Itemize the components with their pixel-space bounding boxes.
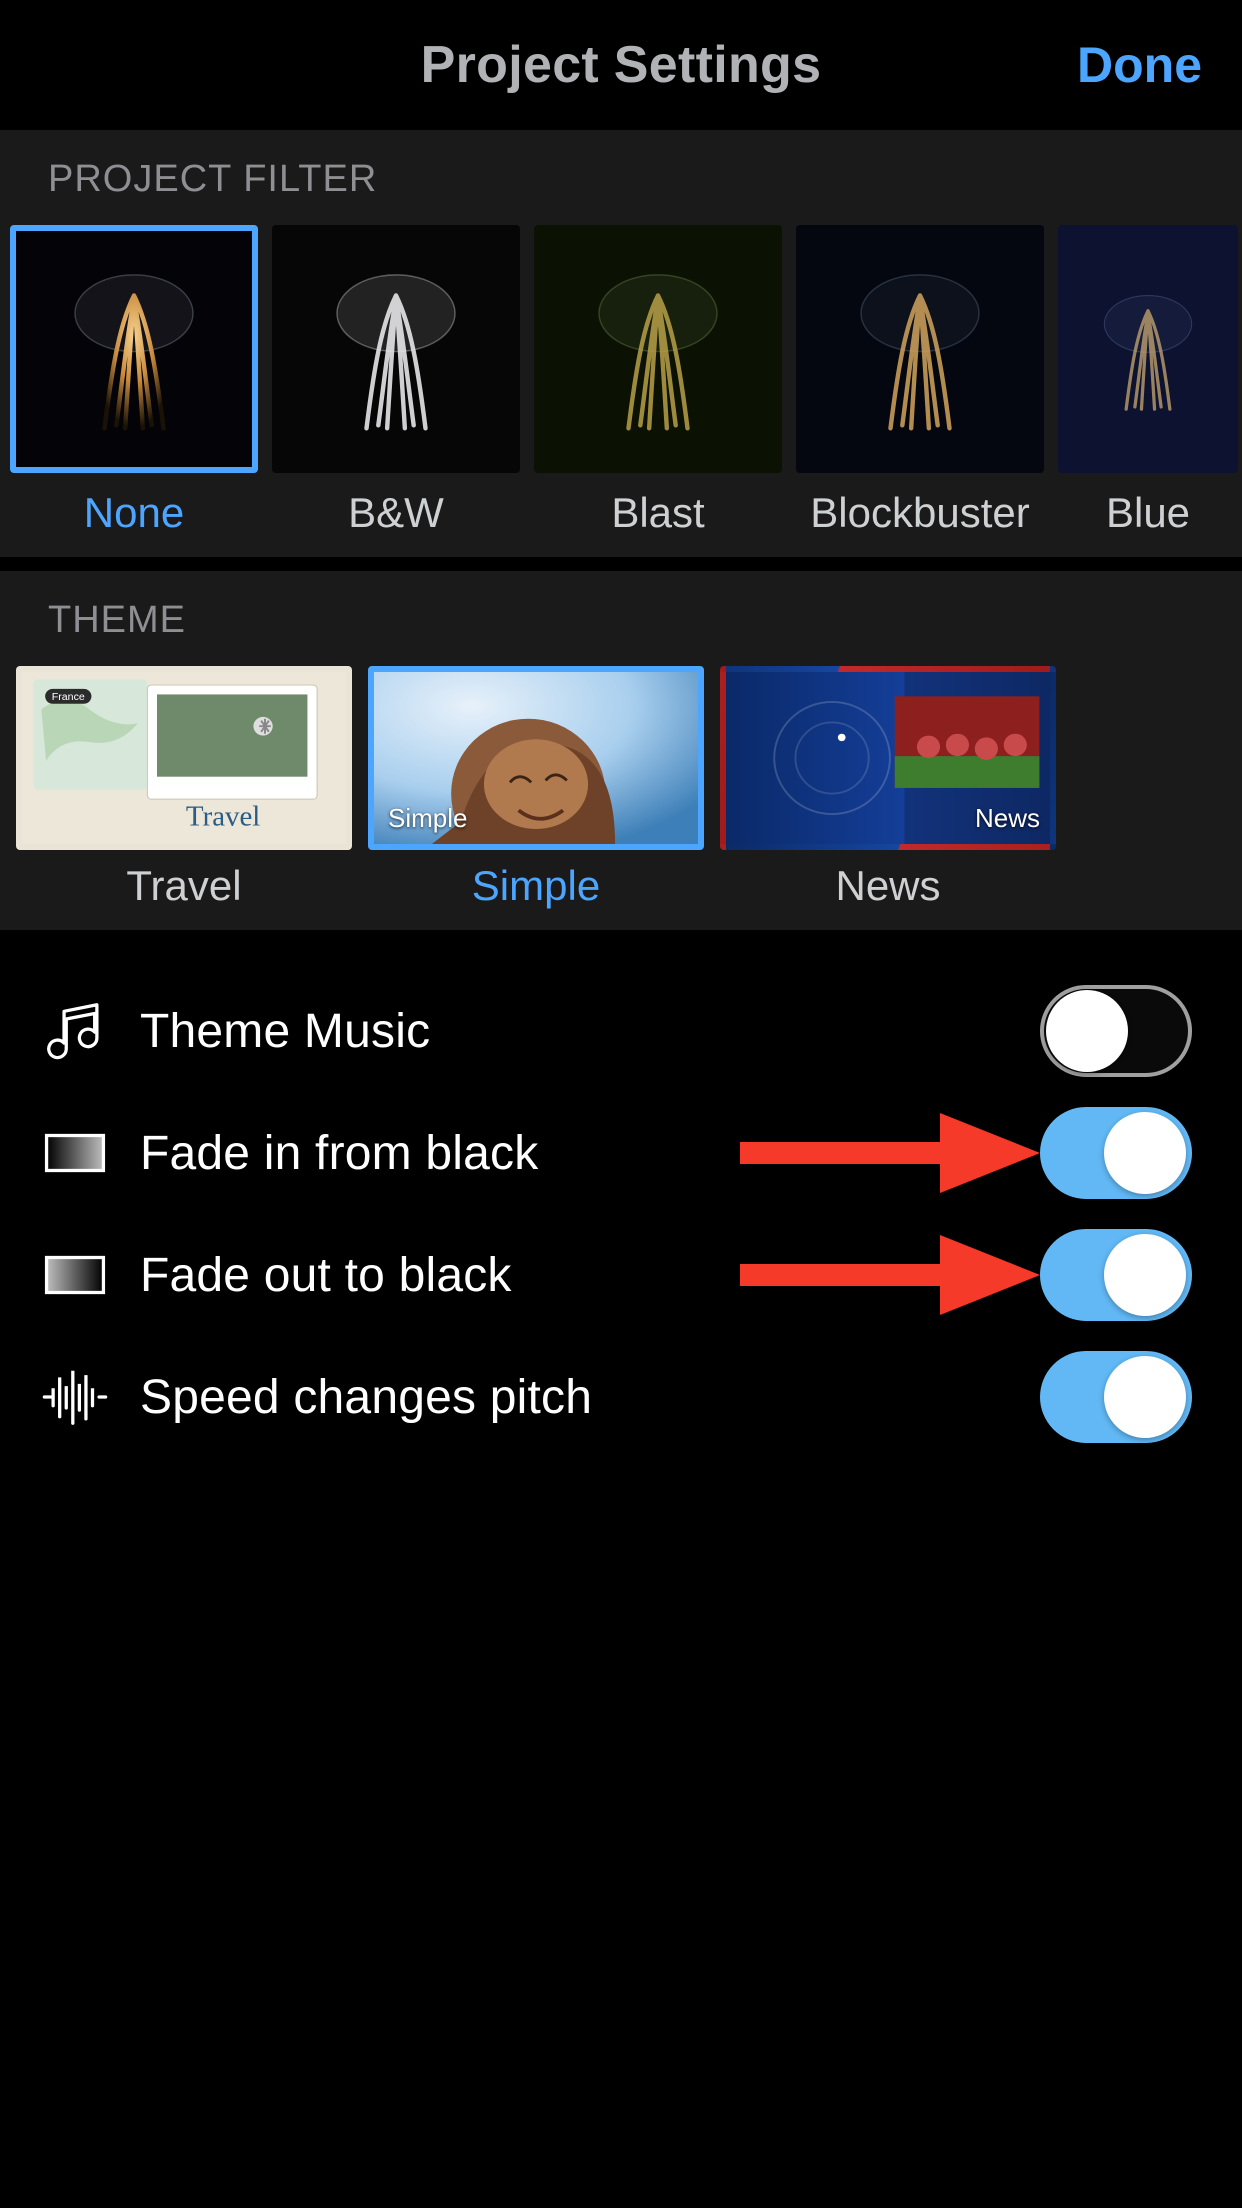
theme-strip[interactable]: Neon France Travel Tr <box>0 666 1242 930</box>
filter-blast-thumb <box>534 225 782 473</box>
filter-blue-thumb <box>1058 225 1238 473</box>
theme-section: THEME Neon France Tr <box>0 571 1242 930</box>
fade-in-toggle[interactable] <box>1040 1107 1192 1199</box>
theme-header-label: THEME <box>0 571 1242 666</box>
filter-blast-label: Blast <box>534 489 782 537</box>
filter-bw-thumb <box>272 225 520 473</box>
theme-travel-thumb: France Travel <box>16 666 352 850</box>
jellyfish-icon <box>843 266 996 443</box>
fade-out-label: Fade out to black <box>140 1248 512 1303</box>
theme-music-label: Theme Music <box>140 1004 430 1059</box>
project-filter-header-label: PROJECT FILTER <box>0 130 1242 225</box>
fade-out-icon <box>40 1240 110 1310</box>
filter-blue-label: Blue <box>1058 489 1238 537</box>
theme-simple-label: Simple <box>368 862 704 910</box>
speed-pitch-label: Speed changes pitch <box>140 1370 592 1425</box>
fade-in-label: Fade in from black <box>140 1126 538 1181</box>
theme-music-toggle[interactable] <box>1040 985 1192 1077</box>
theme-news-thumb: News <box>720 666 1056 850</box>
theme-simple-corner-text: Simple <box>388 803 467 834</box>
filter-blue[interactable]: Blue <box>1058 225 1238 537</box>
project-filter-section: PROJECT FILTER None <box>0 130 1242 557</box>
filter-bw-label: B&W <box>272 489 520 537</box>
row-fade-in: Fade in from black <box>40 1092 1202 1214</box>
annotation-arrow-icon <box>740 1225 1040 1325</box>
svg-text:Travel: Travel <box>186 802 261 833</box>
theme-news-label: News <box>720 862 1056 910</box>
done-button[interactable]: Done <box>1077 36 1202 94</box>
speed-pitch-toggle[interactable] <box>1040 1351 1192 1443</box>
filter-bw[interactable]: B&W <box>272 225 520 537</box>
filter-none-thumb <box>10 225 258 473</box>
theme-travel[interactable]: France Travel Travel <box>16 666 352 910</box>
filter-blockbuster-label: Blockbuster <box>796 489 1044 537</box>
theme-travel-label: Travel <box>16 862 352 910</box>
jellyfish-icon <box>581 266 734 443</box>
svg-text:France: France <box>52 692 85 703</box>
fade-out-toggle[interactable] <box>1040 1229 1192 1321</box>
theme-simple-thumb: Simple <box>368 666 704 850</box>
jellyfish-icon <box>57 266 210 443</box>
row-theme-music: Theme Music <box>40 970 1202 1092</box>
theme-simple[interactable]: Simple Simple <box>368 666 704 910</box>
navbar: Project Settings Done <box>0 0 1242 130</box>
filter-blockbuster[interactable]: Blockbuster <box>796 225 1044 537</box>
filter-none-label: None <box>10 489 258 537</box>
filter-strip[interactable]: None B&W <box>0 225 1242 557</box>
theme-news[interactable]: News News <box>720 666 1056 910</box>
row-fade-out: Fade out to black <box>40 1214 1202 1336</box>
fade-in-icon <box>40 1118 110 1188</box>
theme-news-corner-text: News <box>975 803 1040 834</box>
page-title: Project Settings <box>421 35 822 95</box>
filter-blast[interactable]: Blast <box>534 225 782 537</box>
settings-list: Theme Music Fade in from black Fade out … <box>0 930 1242 1458</box>
waveform-icon <box>40 1362 110 1432</box>
jellyfish-icon <box>1093 266 1202 443</box>
filter-blockbuster-thumb <box>796 225 1044 473</box>
jellyfish-icon <box>319 266 472 443</box>
annotation-arrow-icon <box>740 1103 1040 1203</box>
row-speed-pitch: Speed changes pitch <box>40 1336 1202 1458</box>
music-note-icon <box>40 996 110 1066</box>
filter-none[interactable]: None <box>10 225 258 537</box>
